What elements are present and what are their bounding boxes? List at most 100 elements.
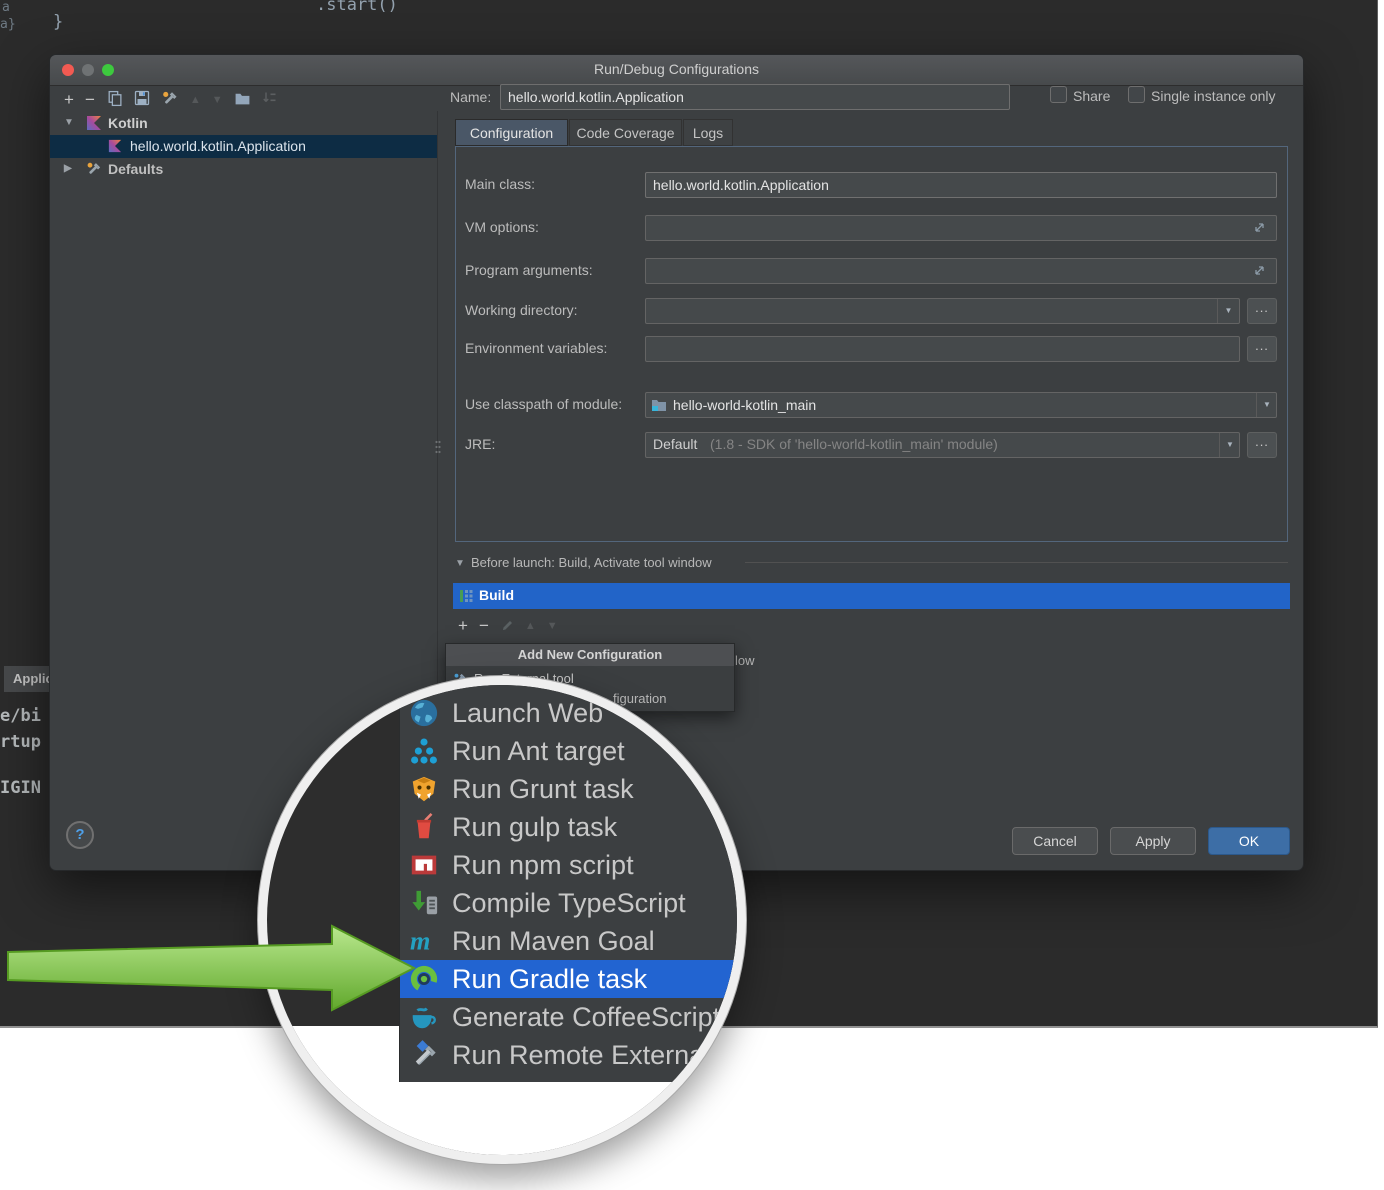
code-fragment: a [2,0,10,15]
jre-value: Default [653,436,697,452]
before-launch-toolbar: + − ▲ ▼ [458,615,558,637]
gulp-icon [409,812,439,842]
kotlin-icon [108,139,122,153]
remove-configuration-button[interactable]: − [85,91,95,109]
move-task-down-button[interactable]: ▼ [547,617,558,635]
ok-button[interactable]: OK [1208,827,1290,855]
add-configuration-button[interactable]: + [64,91,74,109]
remote-tools-icon [409,1040,439,1070]
share-label: Share [1073,88,1110,104]
program-arguments-field[interactable] [645,258,1277,284]
edit-task-button[interactable] [500,617,514,635]
expand-icon[interactable] [1253,264,1266,277]
tab-configuration[interactable]: Configuration [455,119,568,146]
console-output-line: IGIN [0,778,41,798]
expand-icon[interactable] [1253,221,1266,234]
dialog-title: Run/Debug Configurations [50,61,1303,77]
before-launch-item-build[interactable]: Build [453,583,1290,609]
page: .start() } a a} Applic e/bi rtup IGIN Ru… [0,0,1384,1190]
edit-defaults-button[interactable] [161,90,179,111]
single-instance-checkbox[interactable] [1128,86,1145,103]
tree-item-label: hello.world.kotlin.Application [130,138,306,154]
environment-variables-field[interactable] [645,336,1240,362]
chevron-down-icon[interactable]: ▼ [64,117,74,128]
vm-options-field[interactable] [645,215,1277,241]
code-fragment: } [53,12,63,32]
popup-title: Add New Configuration [446,644,734,666]
help-button[interactable]: ? [66,821,94,849]
tab-logs[interactable]: Logs [683,119,733,146]
menu-item-run-remote-external[interactable]: Run Remote External [400,1036,737,1074]
jre-browse-button[interactable]: ... [1247,432,1277,458]
console-output-line: rtup [0,732,41,752]
dialog-titlebar[interactable]: Run/Debug Configurations [50,55,1303,86]
environment-variables-browse-button[interactable]: ... [1247,336,1277,362]
main-class-label: Main class: [465,176,535,192]
menu-item-run-maven-goal[interactable]: m Run Maven Goal [400,922,737,960]
working-directory-browse-button[interactable]: ... [1247,298,1277,324]
name-field[interactable]: hello.world.kotlin.Application [500,84,1010,110]
working-directory-label: Working directory: [465,302,578,318]
copy-icon [106,90,123,107]
wrench-icon [161,90,179,107]
menu-item-run-gradle-task[interactable]: Run Gradle task [400,960,737,998]
code-fragment: .start() [316,0,398,15]
move-up-button[interactable]: ▲ [190,91,201,109]
copy-configuration-button[interactable] [106,90,123,111]
menu-item-compile-typescript[interactable]: Compile TypeScript [400,884,737,922]
chevron-down-icon[interactable]: ▼ [1219,433,1240,457]
before-launch-title: Before launch: Build, Activate tool wind… [471,555,712,570]
menu-item-run-npm-script[interactable]: Run npm script [400,846,737,884]
jre-label: JRE: [465,436,495,452]
classpath-module-combo[interactable]: hello-world-kotlin_main [645,392,1277,418]
kotlin-icon [86,115,102,131]
tree-item-label: Defaults [108,161,163,177]
chevron-down-icon[interactable]: ▼ [1256,393,1277,417]
sort-icon [262,90,278,106]
collapse-icon[interactable]: ▼ [455,558,465,569]
working-directory-field[interactable]: ▼ [645,298,1240,324]
move-down-button[interactable]: ▼ [212,91,223,109]
npm-icon [409,850,439,880]
remove-task-button[interactable]: − [479,617,489,635]
configurations-toolbar: + − ▲ ▼ [64,89,278,111]
add-task-button[interactable]: + [458,617,468,635]
magnifier-view: Launch Web Run Ant target Run Grunt task… [267,685,737,1155]
save-configuration-button[interactable] [134,90,150,110]
sort-alphabetically-button[interactable] [262,90,278,110]
typescript-icon [409,888,439,918]
share-checkbox[interactable] [1050,86,1067,103]
menu-item-run-ant-target[interactable]: Run Ant target [400,732,737,770]
save-icon [134,90,150,106]
menu-item-run-grunt-task[interactable]: Run Grunt task [400,770,737,808]
menu-item-run-gulp-task[interactable]: Run gulp task [400,808,737,846]
apply-button[interactable]: Apply [1110,827,1196,855]
tree-group-defaults[interactable]: ▶ Defaults [50,158,437,181]
annotation-arrow [6,922,420,1014]
folder-icon [234,91,251,106]
environment-variables-label: Environment variables: [465,340,607,356]
name-label: Name: [450,89,491,105]
splitter-handle[interactable] [434,439,442,455]
jre-hint: (1.8 - SDK of 'hello-world-kotlin_main' … [710,436,998,452]
divider [745,562,1288,563]
chevron-right-icon[interactable]: ▶ [64,163,72,174]
globe-icon [409,698,439,728]
cancel-button[interactable]: Cancel [1012,827,1098,855]
move-task-up-button[interactable]: ▲ [525,617,536,635]
menu-item-generate-coffeescript[interactable]: Generate CoffeeScript [400,998,737,1036]
main-class-field[interactable]: hello.world.kotlin.Application [645,172,1277,198]
folder-button[interactable] [234,91,251,110]
grunt-icon [409,774,439,804]
activate-tool-window-fragment: low [735,653,755,668]
tree-item-label: Kotlin [108,115,148,131]
tab-code-coverage[interactable]: Code Coverage [569,119,682,146]
module-icon [651,397,667,412]
chevron-down-icon[interactable]: ▼ [1217,299,1239,323]
tree-group-kotlin[interactable]: ▼ Kotlin [50,112,437,135]
pencil-icon [500,617,514,631]
menu-item-launch-web[interactable]: Launch Web [400,694,737,732]
build-icon [459,589,473,603]
tree-item-application[interactable]: hello.world.kotlin.Application [50,135,437,158]
code-fragment: a} [0,17,16,32]
